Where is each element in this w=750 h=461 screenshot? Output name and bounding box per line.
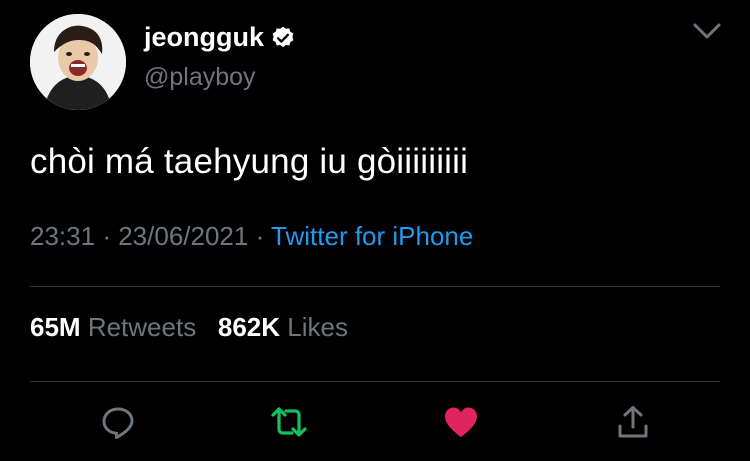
display-name-text: jeongguk — [144, 22, 264, 52]
avatar[interactable] — [30, 14, 126, 110]
meta-separator-2: · — [255, 221, 265, 251]
likes-count: 862K — [217, 312, 281, 342]
retweets-stat[interactable]: 65M Retweets — [30, 312, 203, 342]
tweet-time: 23:31 — [30, 221, 96, 251]
tweet-date: 23/06/2021 — [118, 221, 249, 251]
tweet-stats: 65M Retweets 862K Likes — [30, 312, 348, 343]
retweet-button[interactable] — [269, 404, 309, 444]
verified-badge-icon — [270, 25, 296, 51]
like-button[interactable] — [441, 404, 481, 444]
meta-separator: · — [102, 221, 111, 251]
reply-button[interactable] — [98, 404, 138, 444]
divider-top — [30, 286, 720, 287]
likes-label: Likes — [287, 312, 348, 342]
user-handle[interactable]: @playboy — [144, 63, 256, 92]
reply-icon — [100, 404, 136, 445]
divider-bottom — [30, 381, 720, 382]
tweet-text: chòi má taehyung iu gòiiiiiiiii — [30, 142, 469, 181]
retweets-count: 65M — [30, 312, 81, 342]
retweets-label: Retweets — [87, 312, 197, 342]
tweet-meta: 23:31 · 23/06/2021 · Twitter for iPhone — [30, 221, 473, 252]
share-button[interactable] — [613, 404, 653, 444]
like-icon — [443, 406, 479, 443]
likes-stat[interactable]: 862K Likes — [218, 312, 348, 342]
retweet-icon — [270, 405, 308, 444]
tweet-source-link[interactable]: Twitter for iPhone — [271, 221, 473, 251]
chevron-down-icon[interactable] — [692, 20, 722, 42]
display-name[interactable]: jeongguk — [144, 22, 296, 53]
share-icon — [617, 405, 649, 444]
